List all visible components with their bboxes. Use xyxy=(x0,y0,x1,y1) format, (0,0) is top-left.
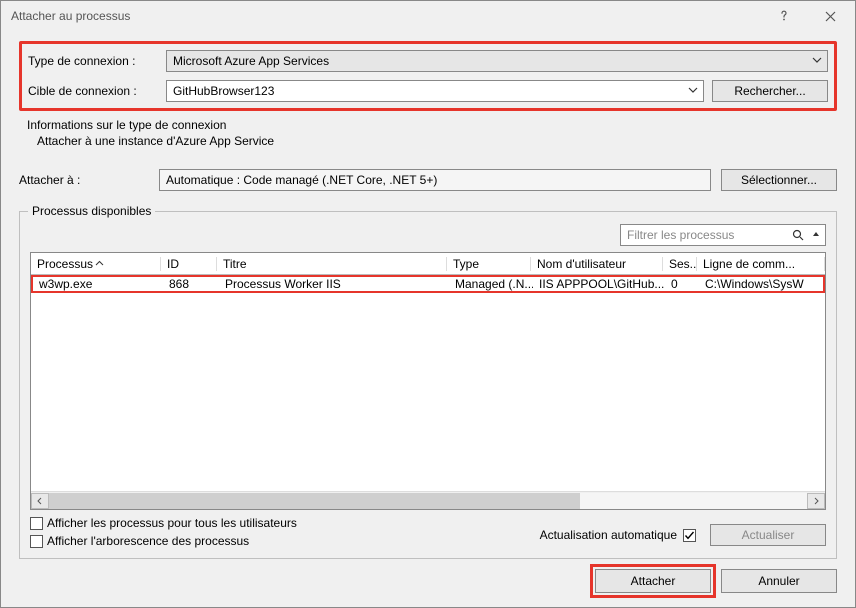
window-title: Attacher au processus xyxy=(11,9,761,23)
col-cmdline[interactable]: Ligne de comm... xyxy=(697,257,825,271)
cell-type: Managed (.N... xyxy=(449,277,533,291)
col-process[interactable]: Processus xyxy=(31,257,161,271)
cell-session: 0 xyxy=(665,277,699,291)
cell-cmdline: C:\Windows\SysW xyxy=(699,277,823,291)
scroll-right-icon[interactable] xyxy=(807,493,825,509)
auto-refresh-label: Actualisation automatique xyxy=(540,528,677,542)
cancel-button[interactable]: Annuler xyxy=(721,569,837,593)
search-icon xyxy=(792,229,805,242)
dialog-content: Type de connexion : Microsoft Azure App … xyxy=(1,31,855,607)
close-icon xyxy=(825,11,836,22)
search-button[interactable]: Rechercher... xyxy=(712,80,828,102)
attach-to-row: Attacher à : Automatique : Code managé (… xyxy=(19,169,837,191)
titlebar: Attacher au processus xyxy=(1,1,855,31)
col-user[interactable]: Nom d'utilisateur xyxy=(531,257,663,271)
show-tree-checkbox[interactable] xyxy=(30,535,43,548)
dialog-buttons: Attacher Annuler xyxy=(19,569,837,593)
chevron-down-icon xyxy=(811,54,823,66)
attach-to-process-dialog: Attacher au processus Type de connexion … xyxy=(0,0,856,608)
connection-type-label: Type de connexion : xyxy=(28,54,158,68)
help-icon xyxy=(778,10,790,22)
col-type[interactable]: Type xyxy=(447,257,531,271)
table-body: w3wp.exe 868 Processus Worker IIS Manage… xyxy=(31,275,825,491)
show-all-users-label: Afficher les processus pour tous les uti… xyxy=(47,516,297,530)
scroll-thumb[interactable] xyxy=(49,493,580,509)
connection-type-value: Microsoft Azure App Services xyxy=(173,54,329,68)
col-title[interactable]: Titre xyxy=(217,257,447,271)
connection-type-dropdown[interactable]: Microsoft Azure App Services xyxy=(166,50,828,72)
check-icon xyxy=(684,530,695,541)
chevron-down-icon xyxy=(811,229,821,239)
col-id[interactable]: ID xyxy=(161,257,217,271)
chevron-down-icon xyxy=(687,84,699,96)
cell-user: IIS APPPOOL\GitHub... xyxy=(533,277,665,291)
refresh-button[interactable]: Actualiser xyxy=(710,524,826,546)
help-button[interactable] xyxy=(761,1,807,31)
scroll-track[interactable] xyxy=(49,493,807,509)
sort-asc-icon xyxy=(95,259,104,268)
connection-target-value: GitHubBrowser123 xyxy=(173,84,274,98)
scroll-left-icon[interactable] xyxy=(31,493,49,509)
auto-refresh-checkbox[interactable] xyxy=(683,529,696,542)
select-button[interactable]: Sélectionner... xyxy=(721,169,837,191)
attach-button[interactable]: Attacher xyxy=(595,569,711,593)
connection-info-body: Attacher à une instance d'Azure App Serv… xyxy=(27,133,837,149)
cell-id: 868 xyxy=(163,277,219,291)
connection-section: Type de connexion : Microsoft Azure App … xyxy=(19,41,837,111)
available-processes-group: Processus disponibles Filtrer les proces… xyxy=(19,211,837,559)
connection-info: Informations sur le type de connexion At… xyxy=(27,117,837,149)
filter-processes-input[interactable]: Filtrer les processus xyxy=(620,224,826,246)
show-all-users-checkbox[interactable] xyxy=(30,517,43,530)
process-table: Processus ID Titre Type Nom d'utilisateu… xyxy=(30,252,826,510)
horizontal-scrollbar[interactable] xyxy=(31,491,825,509)
close-button[interactable] xyxy=(807,1,853,31)
connection-target-label: Cible de connexion : xyxy=(28,84,158,98)
col-session[interactable]: Ses... xyxy=(663,257,697,271)
connection-info-heading: Informations sur le type de connexion xyxy=(27,117,837,133)
cell-process: w3wp.exe xyxy=(33,277,163,291)
group-legend: Processus disponibles xyxy=(28,204,155,218)
table-header: Processus ID Titre Type Nom d'utilisateu… xyxy=(31,253,825,275)
table-bottom-options: Afficher les processus pour tous les uti… xyxy=(30,516,826,552)
cell-title: Processus Worker IIS xyxy=(219,277,449,291)
filter-placeholder: Filtrer les processus xyxy=(627,228,734,242)
attach-to-label: Attacher à : xyxy=(19,173,149,187)
show-tree-label: Afficher l'arborescence des processus xyxy=(47,534,249,548)
attach-to-value: Automatique : Code managé (.NET Core, .N… xyxy=(159,169,711,191)
connection-target-combo[interactable]: GitHubBrowser123 xyxy=(166,80,704,102)
table-row[interactable]: w3wp.exe 868 Processus Worker IIS Manage… xyxy=(31,275,825,293)
